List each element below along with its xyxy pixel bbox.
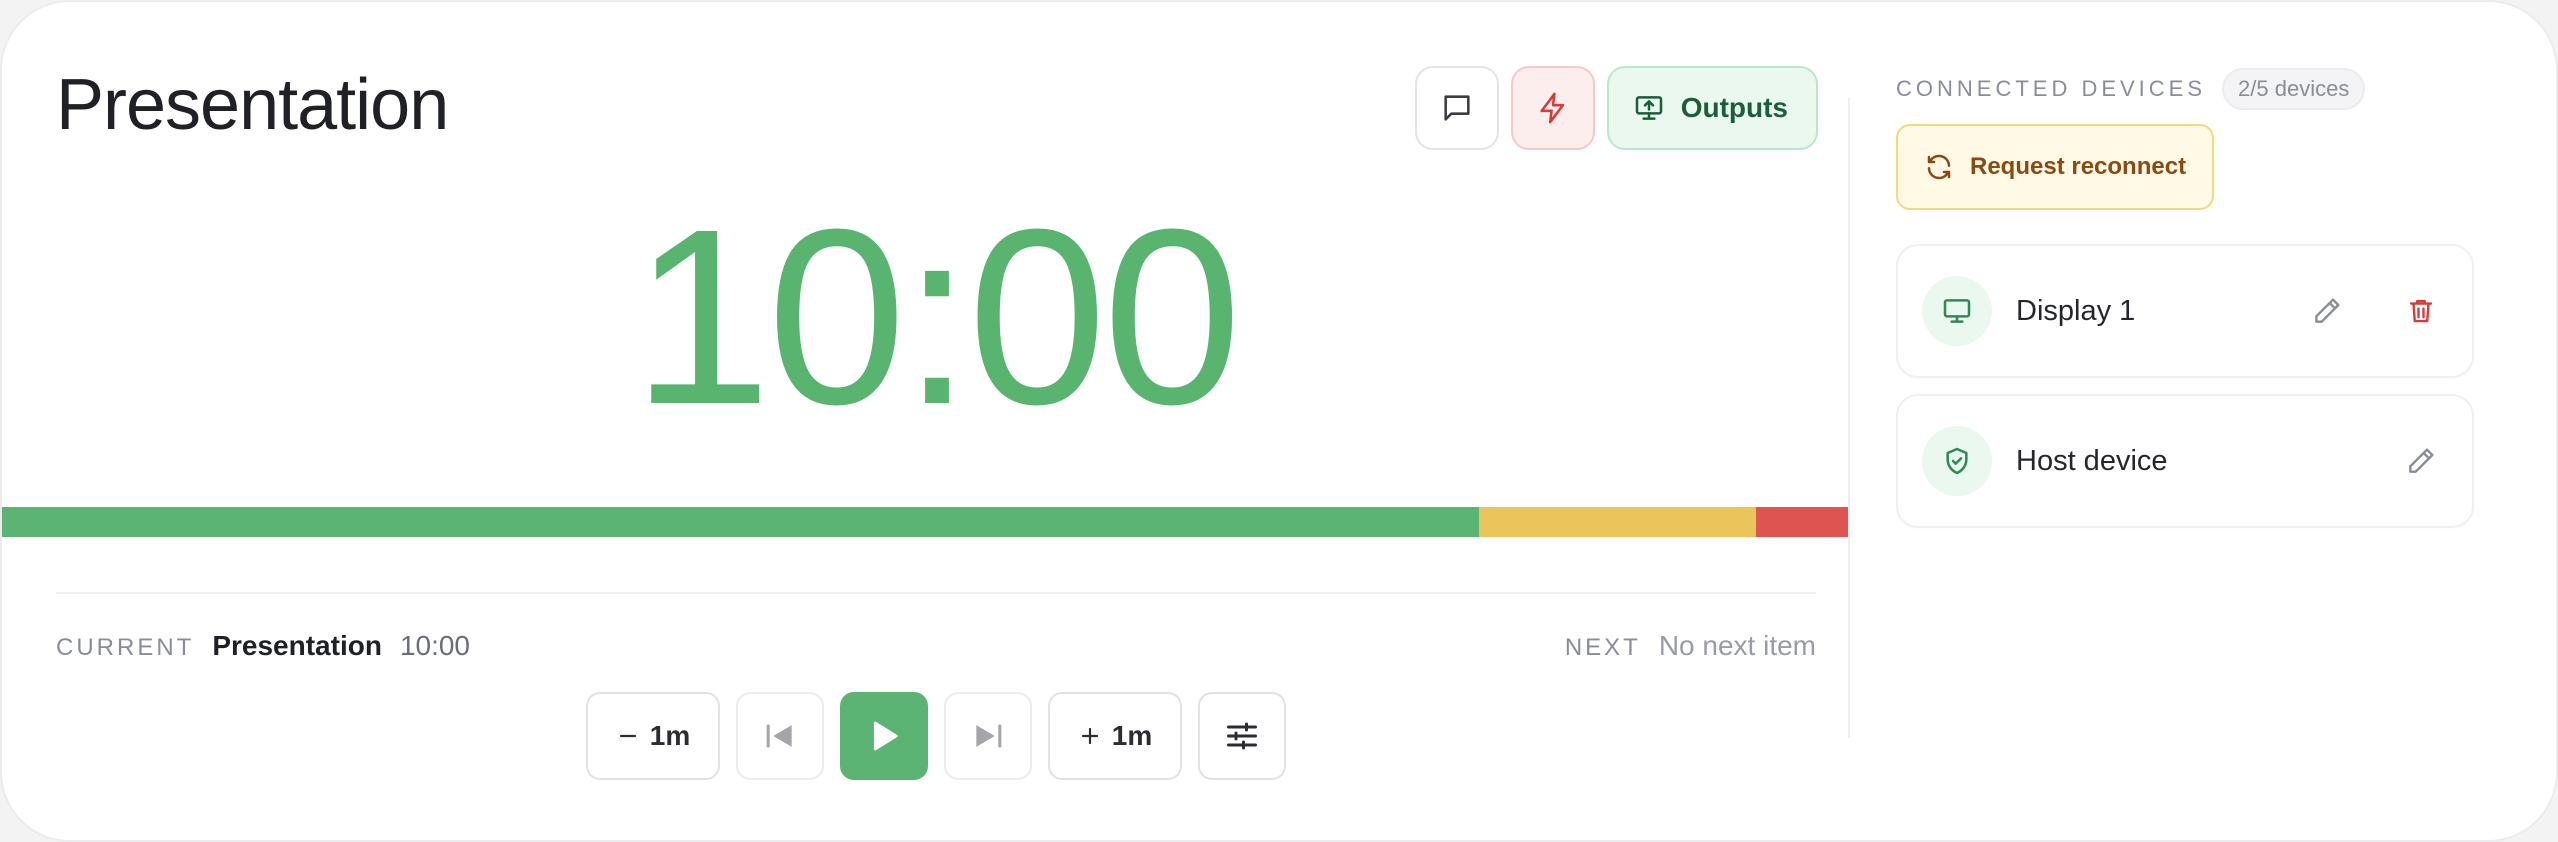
refresh-icon <box>1927 154 1951 180</box>
next-cue: NEXT No next item <box>1565 630 1816 662</box>
current-cue-duration: 10:00 <box>399 630 471 661</box>
page-title: Presentation <box>56 65 449 145</box>
message-button[interactable] <box>1414 66 1499 150</box>
next-label: NEXT <box>1564 634 1641 661</box>
progress-green-segment <box>2 507 1479 537</box>
previous-button[interactable] <box>736 692 824 780</box>
request-reconnect-button[interactable]: Request reconnect <box>1896 124 2215 210</box>
next-cue-value: No next item <box>1658 630 1816 661</box>
subtract-minute-label: 1m <box>649 720 691 751</box>
time-progress-bar <box>2 507 1848 537</box>
screen-share-icon <box>1635 96 1662 120</box>
app-window: Presentation Outputs 10:00 CURRENT Prese <box>0 0 2558 842</box>
current-cue-name: Presentation <box>212 630 382 661</box>
device-item-host: Host device <box>1896 394 2474 528</box>
progress-red-segment <box>1755 507 1848 537</box>
outputs-label: Outputs <box>1680 92 1788 123</box>
trash-icon <box>2409 299 2433 323</box>
settings-button[interactable] <box>1198 692 1286 780</box>
current-cue: CURRENT Presentation 10:00 <box>56 630 470 662</box>
play-button[interactable] <box>840 692 928 780</box>
devices-title: CONNECTED DEVICES <box>1896 76 2207 101</box>
outputs-button[interactable]: Outputs <box>1606 66 1818 150</box>
message-icon <box>1444 95 1470 121</box>
device-item-display-1: Display 1 <box>1896 244 2474 378</box>
delete-device-button[interactable] <box>2394 284 2448 338</box>
device-icon <box>1922 426 1992 496</box>
device-name: Display 1 <box>2016 294 2136 327</box>
device-count-badge: 2/5 devices <box>2222 68 2366 110</box>
pencil-icon <box>2409 448 2434 473</box>
add-minute-label: 1m <box>1111 720 1153 751</box>
divider <box>56 592 1816 594</box>
skip-previous-icon <box>766 724 792 748</box>
edit-device-button[interactable] <box>2300 284 2354 338</box>
shield-check-icon <box>1946 447 1968 475</box>
lightning-icon <box>1540 92 1564 124</box>
device-name: Host device <box>2016 444 2168 477</box>
add-minute-button[interactable]: 1m <box>1048 692 1182 780</box>
cue-info-row: CURRENT Presentation 10:00 NEXT No next … <box>56 630 1816 662</box>
devices-header: CONNECTED DEVICES 2/5 devices <box>1896 68 2366 110</box>
skip-next-icon <box>976 724 1002 748</box>
next-button[interactable] <box>944 692 1032 780</box>
monitor-icon <box>1943 299 1971 323</box>
subtract-minute-button[interactable]: 1m <box>586 692 720 780</box>
progress-yellow-segment <box>1478 507 1756 537</box>
timer-panel: Presentation Outputs 10:00 CURRENT Prese <box>2 2 1848 840</box>
play-icon <box>873 721 898 751</box>
device-icon <box>1922 276 1992 346</box>
flash-button[interactable] <box>1510 66 1595 150</box>
transport-controls: 1m 1m <box>586 692 1286 780</box>
toolbar: Outputs <box>1414 66 1818 150</box>
minus-icon <box>619 734 636 738</box>
request-reconnect-label: Request reconnect <box>1970 153 2187 180</box>
current-label: CURRENT <box>56 634 195 661</box>
pencil-icon <box>2315 298 2340 323</box>
edit-device-button[interactable] <box>2394 434 2448 488</box>
countdown-display: 10:00 <box>632 177 1242 456</box>
panel-separator <box>1848 98 1850 738</box>
plus-icon <box>1081 727 1098 745</box>
sliders-icon <box>1227 722 1257 750</box>
